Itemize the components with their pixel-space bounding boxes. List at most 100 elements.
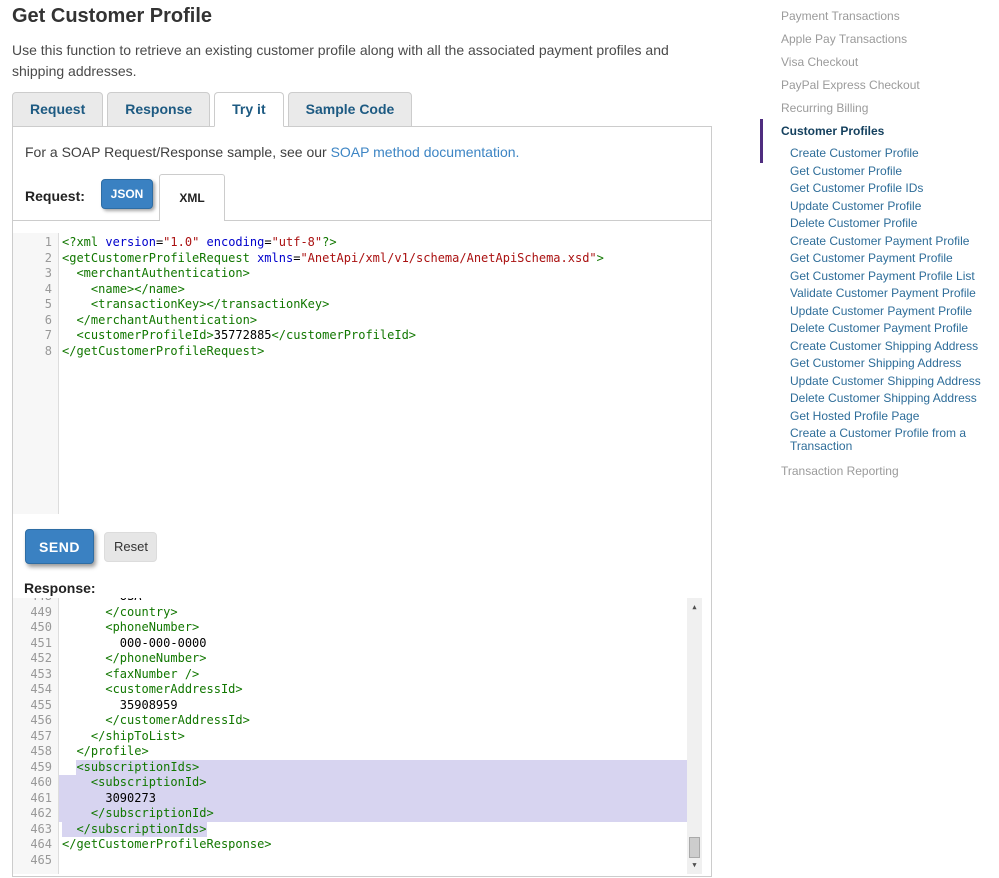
request-editor[interactable]: 1<?xml version="1.0" encoding="utf-8"?>2… [13,233,711,514]
code-line: 6 </merchantAuthentication> [13,313,711,329]
code-line: 459 <subscriptionIds> [13,760,687,776]
line-number: 8 [13,344,59,360]
code-line: 461 3090273 [13,791,687,807]
line-number: 452 [13,651,59,667]
line-number: 5 [13,297,59,313]
code-line: 4 <name></name> [13,282,711,298]
reset-button[interactable]: Reset [104,532,157,562]
line-number: 3 [13,266,59,282]
response-label: Response: [24,580,711,598]
code-line: 454 <customerAddressId> [13,682,687,698]
code-line: 1<?xml version="1.0" encoding="utf-8"?> [13,235,711,251]
tryit-panel: For a SOAP Request/Response sample, see … [12,126,712,877]
sidebar-item-get-customer-payment-profile-list[interactable]: Get Customer Payment Profile List [790,270,995,283]
page: Get Customer Profile Use this function t… [0,0,999,878]
response-code: 448 USA449 </country>450 <phoneNumber>45… [13,598,687,868]
line-number: 461 [13,791,59,807]
line-number: 1 [13,235,59,251]
code-line: 460 <subscriptionId> [13,775,687,791]
line-number: 455 [13,698,59,714]
action-buttons: SEND Reset [25,529,711,564]
sidebar-item-get-customer-shipping-address[interactable]: Get Customer Shipping Address [790,357,995,370]
line-number: 2 [13,251,59,267]
code-line: 453 <faxNumber /> [13,667,687,683]
line-number: 456 [13,713,59,729]
code-line: 456 </customerAddressId> [13,713,687,729]
sidebar-nav: Payment Transactions Apple Pay Transactio… [760,0,999,488]
sidebar-item-get-hosted-profile-page[interactable]: Get Hosted Profile Page [790,410,995,423]
line-number: 460 [13,775,59,791]
line-number: 463 [13,822,59,838]
active-section-indicator [760,119,763,163]
response-scrollbar[interactable]: ▲ ▼ [687,598,702,874]
sidebar-item-create-customer-profile[interactable]: Create Customer Profile [790,147,995,160]
tab-request[interactable]: Request [12,92,103,127]
code-line: 452 </phoneNumber> [13,651,687,667]
line-number: 458 [13,744,59,760]
line-number: 450 [13,620,59,636]
soap-note-text: For a SOAP Request/Response sample, see … [25,144,331,160]
sidebar-item-recurring-billing[interactable]: Recurring Billing [781,102,999,115]
response-editor[interactable]: 448 USA449 </country>450 <phoneNumber>45… [13,598,702,874]
tab-response[interactable]: Response [107,92,210,127]
sidebar-item-get-customer-profile-ids[interactable]: Get Customer Profile IDs [790,182,995,195]
sidebar-item-transaction-reporting[interactable]: Transaction Reporting [781,465,999,478]
sidebar-item-validate-customer-payment-profile[interactable]: Validate Customer Payment Profile [790,287,995,300]
line-number: 459 [13,760,59,776]
sidebar-item-update-customer-payment-profile[interactable]: Update Customer Payment Profile [790,305,995,318]
line-number: 457 [13,729,59,745]
sidebar-item-delete-customer-payment-profile[interactable]: Delete Customer Payment Profile [790,322,995,335]
code-line: 457 </shipToList> [13,729,687,745]
request-code: 1<?xml version="1.0" encoding="utf-8"?>2… [13,233,711,359]
line-number: 449 [13,605,59,621]
xml-format-tab[interactable]: XML [159,174,225,221]
sidebar-item-delete-customer-shipping-address[interactable]: Delete Customer Shipping Address [790,392,995,405]
scroll-up-icon[interactable]: ▲ [687,600,702,614]
json-format-button[interactable]: JSON [101,179,153,209]
page-description: Use this function to retrieve an existin… [12,40,712,82]
tab-sample-code[interactable]: Sample Code [288,92,413,127]
main-tabs: RequestResponseTry itSample Code [12,92,712,127]
line-number: 451 [13,636,59,652]
sidebar-item-delete-customer-profile[interactable]: Delete Customer Profile [790,217,995,230]
sidebar-item-paypal-express-checkout[interactable]: PayPal Express Checkout [781,79,999,92]
soap-method-link[interactable]: SOAP method documentation. [331,144,520,160]
sidebar-item-get-customer-payment-profile[interactable]: Get Customer Payment Profile [790,252,995,265]
code-line: 8</getCustomerProfileRequest> [13,344,711,360]
scroll-down-icon[interactable]: ▼ [687,858,702,872]
line-number: 7 [13,328,59,344]
line-number: 454 [13,682,59,698]
code-line: 458 </profile> [13,744,687,760]
code-line: 7 <customerProfileId>35772885</customerP… [13,328,711,344]
code-line: 462 </subscriptionId> [13,806,687,822]
code-line: 5 <transactionKey></transactionKey> [13,297,711,313]
code-line: 449 </country> [13,605,687,621]
sidebar-item-create-customer-shipping-address[interactable]: Create Customer Shipping Address [790,340,995,353]
sidebar-item-customer-profiles[interactable]: Customer Profiles [781,125,999,138]
line-number: 462 [13,806,59,822]
sidebar-item-payment-transactions[interactable]: Payment Transactions [781,10,999,23]
sidebar-item-visa-checkout[interactable]: Visa Checkout [781,56,999,69]
sidebar-item-update-customer-profile[interactable]: Update Customer Profile [790,200,995,213]
code-line: 3 <merchantAuthentication> [13,266,711,282]
request-label: Request: [25,188,85,204]
code-line: 451 000-000-0000 [13,636,687,652]
sidebar-item-get-customer-profile[interactable]: Get Customer Profile [790,165,995,178]
code-line: 463 </subscriptionIds> [13,822,687,838]
line-number: 464 [13,837,59,853]
code-line: 465 [13,853,687,869]
sidebar-item-update-customer-shipping-address[interactable]: Update Customer Shipping Address [790,375,995,388]
scrollbar-thumb[interactable] [689,837,700,858]
code-line: 2<getCustomerProfileRequest xmlns="AnetA… [13,251,711,267]
line-number: 6 [13,313,59,329]
code-line: 455 35908959 [13,698,687,714]
line-number: 465 [13,853,59,869]
sidebar-item-create-customer-payment-profile[interactable]: Create Customer Payment Profile [790,235,995,248]
tab-try-it[interactable]: Try it [214,92,283,127]
sidebar-item-apple-pay-transactions[interactable]: Apple Pay Transactions [781,33,999,46]
code-line: 450 <phoneNumber> [13,620,687,636]
send-button[interactable]: SEND [25,529,94,564]
main-content: Get Customer Profile Use this function t… [12,4,712,877]
sidebar-item-create-a-customer-profile-from-a-transaction[interactable]: Create a Customer Profile from a Transac… [790,427,995,452]
line-number: 453 [13,667,59,683]
